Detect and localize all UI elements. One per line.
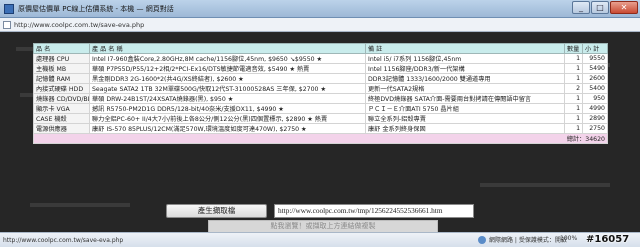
row-subtotal: 9550 bbox=[582, 53, 608, 64]
total-amount: 總計：34620 bbox=[33, 133, 608, 144]
row-category: 主機板 MB bbox=[33, 63, 90, 74]
row-category: 處理器 CPU bbox=[33, 53, 90, 64]
row-product-name: 撼訊 R5750-PM2D1G DDR5/128-bit/40奈米/支援DX11… bbox=[89, 103, 366, 114]
security-zone: 網際網路 | 受保護模式：開啟 bbox=[478, 235, 567, 244]
generated-url-field[interactable]: http://www.coolpc.com.tw/tmp/12562245525… bbox=[274, 204, 474, 218]
window-titlebar: 原價屋估價單 PC線上估價系統 - 本機 — 網頁對話 _ □ ✕ bbox=[0, 0, 640, 18]
page-content: 品 名 產 品 名 稱 備 註 數量 小 計 處理器 CPU Intel I7-… bbox=[0, 33, 640, 232]
table-row: 記憶體 RAM 黑金剛DDR3 2G-1600*2(共4G/XS終結者), $2… bbox=[33, 73, 608, 84]
table-row: 燒錄器 CD/DVD/BD 華碩 DRW-24B1ST/24XSATA燒錄器(黑… bbox=[33, 93, 608, 104]
generate-capture-button[interactable]: 產生擷取檔 bbox=[166, 204, 267, 218]
row-note: 聯立全系列-鋁殼專賣 bbox=[365, 113, 565, 124]
row-product-name: 黑金剛DDR3 2G-1600*2(共4G/XS終結者), $2600 ★ bbox=[89, 73, 366, 84]
globe-icon bbox=[478, 235, 486, 244]
row-note: 更新一代SATA2規格 bbox=[365, 83, 565, 94]
row-quantity: 1 bbox=[564, 93, 583, 104]
row-quantity: 1 bbox=[564, 113, 583, 124]
row-quantity: 1 bbox=[564, 53, 583, 64]
zoom-level[interactable]: 100% bbox=[560, 235, 577, 242]
table-row: 電源供應器 康舒 IS-570 85PLUS/12CM(滿足570W,環境溫度如… bbox=[33, 123, 608, 134]
row-product-name: 康舒 IS-570 85PLUS/12CM(滿足570W,環境溫度如度可達470… bbox=[89, 123, 366, 134]
table-header-row: 品 名 產 品 名 稱 備 註 數量 小 計 bbox=[33, 43, 608, 54]
address-url: http://www.coolpc.com.tw/save-eva.php bbox=[14, 20, 145, 29]
header-subtotal: 小 計 bbox=[582, 43, 608, 54]
row-note: 終極DVD燒錄器 SATA介面-需要兩台對拷請在傳閱語中留言 bbox=[365, 93, 565, 104]
row-subtotal: 2890 bbox=[582, 113, 608, 124]
window-title: 原價屋估價單 PC線上估價系統 - 本機 — 網頁對話 bbox=[18, 4, 174, 13]
table-row: 內接式硬碟 HDD Seagate SATA2 1TB 32M單碟500G/快取… bbox=[33, 83, 608, 94]
row-quantity: 1 bbox=[564, 103, 583, 114]
row-note: DDR3記憶體 1333/1600/2000 雙通道專用 bbox=[365, 73, 565, 84]
close-button[interactable]: ✕ bbox=[610, 1, 638, 14]
status-bar: http://www.coolpc.com.tw/save-eva.php 網際… bbox=[0, 232, 640, 247]
row-category: 內接式硬碟 HDD bbox=[33, 83, 90, 94]
row-quantity: 1 bbox=[564, 73, 583, 84]
row-note: ＰＣＩ－Ｅ介面ATI 5750 晶片組 bbox=[365, 103, 565, 114]
row-category: 顯示卡 VGA bbox=[33, 103, 90, 114]
table-row: 處理器 CPU Intel I7-960盒裝Core,2.80GHz,8M ca… bbox=[33, 53, 608, 64]
total-row: 總計：34620 bbox=[33, 133, 608, 144]
maximize-button[interactable]: □ bbox=[591, 1, 609, 14]
address-bar: http://www.coolpc.com.tw/save-eva.php bbox=[0, 18, 640, 32]
row-product-name: 華碩 DRW-24B1ST/24XSATA燒錄器(黑), $950 ★ bbox=[89, 93, 366, 104]
app-icon bbox=[4, 3, 14, 14]
table-row: 顯示卡 VGA 撼訊 R5750-PM2D1G DDR5/128-bit/40奈… bbox=[33, 103, 608, 114]
security-zone-label: 網際網路 | 受保護模式：開啟 bbox=[489, 237, 567, 244]
row-category: 燒錄器 CD/DVD/BD bbox=[33, 93, 90, 104]
browse-link-button[interactable]: 點我瀏覽！或擷取上方連結做複製 bbox=[208, 220, 438, 232]
row-category: CASE 機殼 bbox=[33, 113, 90, 124]
estimate-table: 品 名 產 品 名 稱 備 註 數量 小 計 處理器 CPU Intel I7-… bbox=[33, 43, 608, 144]
window-controls: _ □ ✕ bbox=[571, 1, 638, 14]
row-quantity: 2 bbox=[564, 83, 583, 94]
status-url: http://www.coolpc.com.tw/save-eva.php bbox=[3, 236, 124, 244]
row-note: Intel i5/ i7系列 1156腳位,45nm bbox=[365, 53, 565, 64]
row-product-name: Seagate SATA2 1TB 32M單碟500G/快取12代ST-3100… bbox=[89, 83, 366, 94]
row-category: 記憶體 RAM bbox=[33, 73, 90, 84]
row-quantity: 1 bbox=[564, 123, 583, 134]
watermark-badge: #16057 bbox=[586, 234, 630, 245]
table-row: 主機板 MB 華碩 P7P55D/P55/12+2相/2*PCI-Ex16/DT… bbox=[33, 63, 608, 74]
row-quantity: 1 bbox=[564, 63, 583, 74]
table-row: CASE 機殼 聯力全鋁PC-60+ II/4大7小/前後上各8公分/側12公分… bbox=[33, 113, 608, 124]
row-subtotal: 5400 bbox=[582, 83, 608, 94]
row-subtotal: 950 bbox=[582, 93, 608, 104]
row-category: 電源供應器 bbox=[33, 123, 90, 134]
row-subtotal: 2750 bbox=[582, 123, 608, 134]
row-note: 康舒 金系列終身保固 bbox=[365, 123, 565, 134]
row-note: Intel 1156腳座/DDR3/新一代架構 bbox=[365, 63, 565, 74]
header-category: 品 名 bbox=[33, 43, 90, 54]
header-note: 備 註 bbox=[365, 43, 565, 54]
minimize-button[interactable]: _ bbox=[572, 1, 590, 14]
row-subtotal: 4990 bbox=[582, 103, 608, 114]
row-subtotal: 5490 bbox=[582, 63, 608, 74]
row-subtotal: 2600 bbox=[582, 73, 608, 84]
row-product-name: 聯力全鋁PC-60+ II/4大7小/前後上各8公分/側12公分(黑)四個置標示… bbox=[89, 113, 366, 124]
row-product-name: Intel I7-960盒裝Core,2.80GHz,8M cache/1156… bbox=[89, 53, 366, 64]
header-product-name: 產 品 名 稱 bbox=[89, 43, 366, 54]
header-quantity: 數量 bbox=[564, 43, 583, 54]
page-icon bbox=[3, 20, 11, 29]
row-product-name: 華碩 P7P55D/P55/12+2相/2*PCI-Ex16/DTS敏捷節電適音… bbox=[89, 63, 366, 74]
